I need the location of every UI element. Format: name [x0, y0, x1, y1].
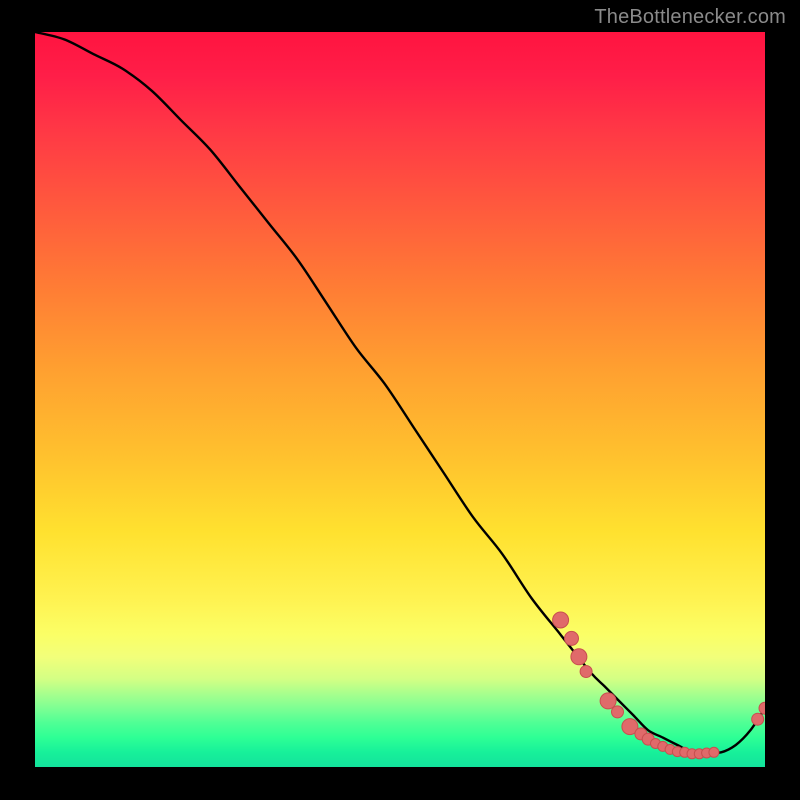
- curve-marker: [571, 649, 587, 665]
- curve-marker: [580, 666, 592, 678]
- curve-marker: [752, 713, 764, 725]
- plot: [35, 32, 765, 767]
- attribution-text: TheBottlenecker.com: [594, 6, 786, 29]
- curve-marker: [759, 702, 765, 714]
- curve-marker: [612, 706, 624, 718]
- curve-marker: [709, 747, 719, 757]
- bottleneck-curve: [35, 32, 765, 753]
- curve-marker: [553, 612, 569, 628]
- curve-marker: [600, 693, 616, 709]
- curve-svg: [35, 32, 765, 767]
- curve-marker: [565, 631, 579, 645]
- chart-container: TheBottlenecker.com: [0, 0, 800, 800]
- plot-area: [35, 32, 765, 767]
